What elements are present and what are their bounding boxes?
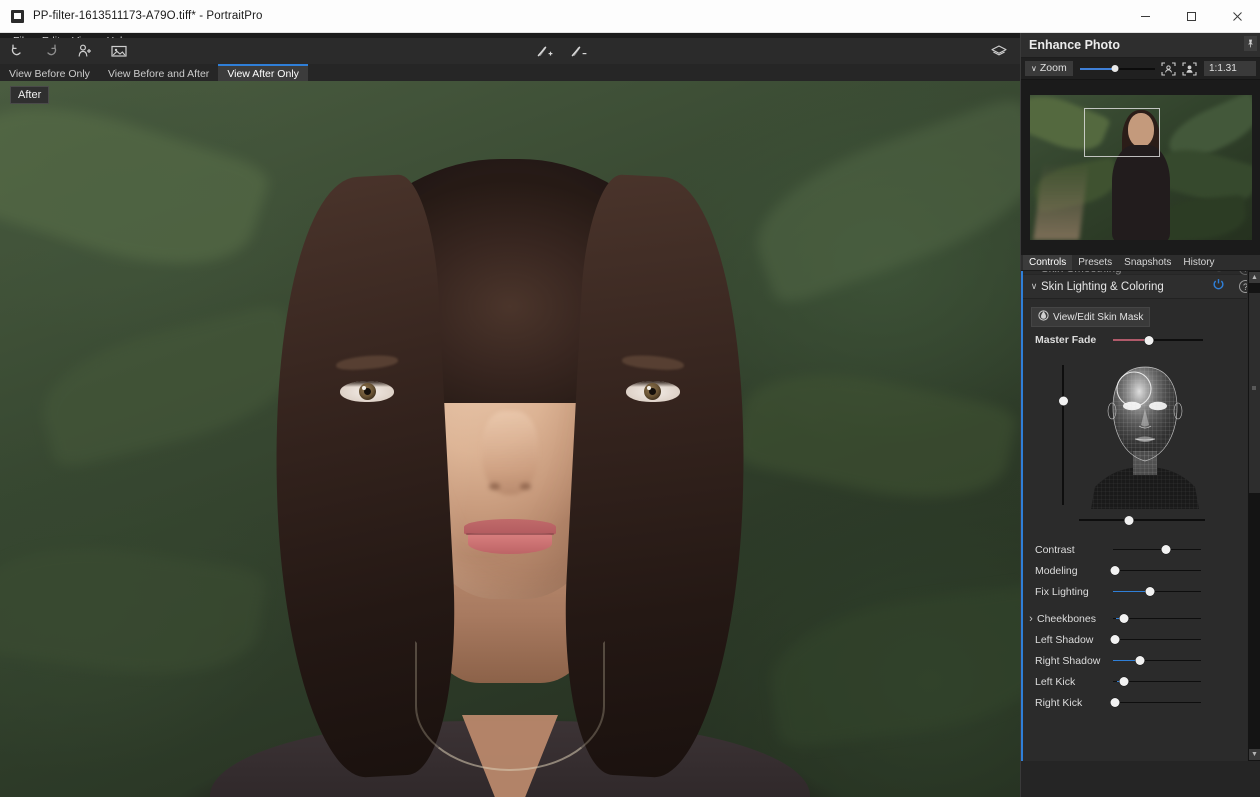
label-right-shadow: Right Shadow bbox=[1035, 654, 1101, 667]
slider-contrast[interactable] bbox=[1113, 543, 1201, 557]
zoom-bar: ∨ Zoom 1:1.31 bbox=[1021, 58, 1260, 80]
layers-icon[interactable] bbox=[982, 38, 1016, 64]
lips bbox=[464, 519, 556, 555]
close-button[interactable] bbox=[1214, 0, 1260, 33]
row-contrast: Contrast bbox=[1023, 539, 1260, 560]
slider-fix-lighting[interactable] bbox=[1113, 585, 1201, 599]
row-master-fade: Master Fade bbox=[1023, 327, 1260, 353]
photo-canvas[interactable]: After bbox=[0, 81, 1020, 797]
right-panel: Enhance Photo ∨ Zoom 1:1.31 Controls Pre… bbox=[1020, 33, 1260, 797]
window-controls bbox=[1122, 0, 1260, 33]
tab-view-before-and-after[interactable]: View Before and After bbox=[99, 64, 218, 81]
slider-master-fade[interactable] bbox=[1113, 333, 1203, 347]
fit-to-window-icon[interactable] bbox=[1160, 61, 1176, 77]
chevron-down-icon: ∨ bbox=[1031, 64, 1037, 73]
tab-snapshots[interactable]: Snapshots bbox=[1118, 255, 1177, 270]
brush-add-icon[interactable] bbox=[528, 38, 562, 64]
label-cheekbones: › Cheekbones bbox=[1029, 612, 1113, 625]
label-right-kick: Right Kick bbox=[1035, 696, 1083, 709]
tab-history[interactable]: History bbox=[1177, 255, 1220, 270]
slider-light-azimuth[interactable] bbox=[1079, 514, 1205, 526]
eye-left bbox=[340, 381, 394, 402]
redo-icon[interactable] bbox=[34, 38, 68, 64]
panel-title: Enhance Photo bbox=[1029, 38, 1120, 52]
row-cheekbones[interactable]: › Cheekbones bbox=[1023, 608, 1260, 629]
row-left-kick: Left Kick bbox=[1023, 671, 1260, 692]
chevron-down-icon: ∨ bbox=[1027, 271, 1041, 274]
cheekbones-text: Cheekbones bbox=[1037, 612, 1096, 625]
controls-scroll-area: ∨ Skin Smoothing ? ∨ Skin Lighting & Col… bbox=[1021, 271, 1260, 761]
zoom-label-text: Zoom bbox=[1039, 62, 1067, 74]
navigator-viewport-rect[interactable] bbox=[1083, 108, 1160, 157]
slider-left-shadow[interactable] bbox=[1110, 633, 1201, 647]
slider-modeling[interactable] bbox=[1110, 564, 1201, 578]
label-modeling: Modeling bbox=[1035, 564, 1078, 577]
portraitpro-window: PP-filter-1613511173-A79O.tiff* - Portra… bbox=[0, 0, 1260, 797]
scroll-down-arrow-icon[interactable]: ▼ bbox=[1249, 749, 1260, 760]
window-title: PP-filter-1613511173-A79O.tiff* - Portra… bbox=[33, 10, 263, 22]
image-icon[interactable] bbox=[102, 38, 136, 64]
label-fix-lighting: Fix Lighting bbox=[1035, 585, 1089, 598]
view-edit-skin-mask-button[interactable]: View/Edit Skin Mask bbox=[1031, 307, 1151, 327]
row-right-kick: Right Kick bbox=[1023, 692, 1260, 713]
label-contrast: Contrast bbox=[1035, 543, 1075, 556]
zoom-dropdown[interactable]: ∨ Zoom bbox=[1025, 61, 1073, 76]
tab-controls[interactable]: Controls bbox=[1023, 255, 1073, 270]
nose bbox=[482, 411, 538, 495]
navigator-path bbox=[1032, 162, 1089, 240]
pin-icon[interactable] bbox=[1244, 36, 1257, 51]
view-mode-tabs: View Before Only View Before and After V… bbox=[0, 64, 1020, 81]
brush-remove-icon[interactable] bbox=[562, 38, 596, 64]
label-left-shadow: Left Shadow bbox=[1035, 633, 1094, 646]
navigator-thumbnail[interactable] bbox=[1029, 95, 1252, 240]
row-right-shadow: Right Shadow bbox=[1023, 650, 1260, 671]
necklace bbox=[415, 641, 605, 771]
skin-mask-icon bbox=[1038, 310, 1049, 324]
zoom-to-face-icon[interactable] bbox=[1182, 61, 1198, 77]
tab-view-before-only[interactable]: View Before Only bbox=[0, 64, 99, 81]
controls-scrollbar[interactable]: ▲ ▼ bbox=[1247, 271, 1260, 761]
skin-mask-label: View/Edit Skin Mask bbox=[1053, 311, 1144, 323]
slider-right-shadow[interactable] bbox=[1113, 654, 1201, 668]
add-person-icon[interactable] bbox=[68, 38, 102, 64]
row-fix-lighting: Fix Lighting bbox=[1023, 581, 1260, 602]
brush-tools bbox=[528, 38, 596, 64]
zoom-slider[interactable] bbox=[1079, 62, 1156, 76]
section-skin-lighting-coloring[interactable]: ∨ Skin Lighting & Coloring ? bbox=[1023, 275, 1260, 299]
app-photo-icon bbox=[11, 9, 24, 23]
power-icon[interactable] bbox=[1212, 278, 1225, 296]
label-master-fade: Master Fade bbox=[1035, 334, 1097, 346]
slider-cheekbones[interactable] bbox=[1113, 612, 1201, 626]
tool-bar bbox=[0, 38, 1020, 64]
after-badge: After bbox=[10, 86, 50, 104]
panel-tabs: Controls Presets Snapshots History bbox=[1021, 255, 1260, 271]
panel-header: Enhance Photo bbox=[1021, 33, 1260, 58]
eye-right bbox=[626, 381, 680, 402]
chevron-down-icon: ∨ bbox=[1030, 281, 1038, 291]
undo-icon[interactable] bbox=[0, 38, 34, 64]
minimize-button[interactable] bbox=[1122, 0, 1168, 33]
tab-presets[interactable]: Presets bbox=[1072, 255, 1118, 270]
navigator-panel[interactable] bbox=[1021, 80, 1260, 255]
scroll-up-arrow-icon[interactable]: ▲ bbox=[1249, 272, 1260, 283]
title-bar: PP-filter-1613511173-A79O.tiff* - Portra… bbox=[0, 0, 1260, 33]
zoom-ratio-value[interactable]: 1:1.31 bbox=[1204, 61, 1256, 76]
slider-left-kick[interactable] bbox=[1113, 675, 1201, 689]
layers-tool-group bbox=[982, 38, 1016, 64]
scrollbar-grip bbox=[1252, 386, 1256, 390]
row-modeling: Modeling bbox=[1023, 560, 1260, 581]
section-title-skin-smoothing: Skin Smoothing bbox=[1041, 271, 1122, 275]
portrait-photo bbox=[0, 81, 1020, 797]
slider-light-elevation[interactable] bbox=[1057, 365, 1069, 505]
face-lighting-widget[interactable] bbox=[1023, 357, 1260, 539]
maximize-button[interactable] bbox=[1168, 0, 1214, 33]
face-lighting-mesh[interactable] bbox=[1081, 359, 1209, 509]
row-left-shadow: Left Shadow bbox=[1023, 629, 1260, 650]
label-left-kick: Left Kick bbox=[1035, 675, 1076, 688]
section-title-skin-lighting: Skin Lighting & Coloring bbox=[1041, 280, 1164, 293]
scrollbar-thumb[interactable] bbox=[1249, 293, 1260, 493]
chevron-right-icon: › bbox=[1029, 612, 1033, 625]
slider-right-kick[interactable] bbox=[1110, 696, 1201, 710]
tab-view-after-only[interactable]: View After Only bbox=[218, 64, 308, 81]
